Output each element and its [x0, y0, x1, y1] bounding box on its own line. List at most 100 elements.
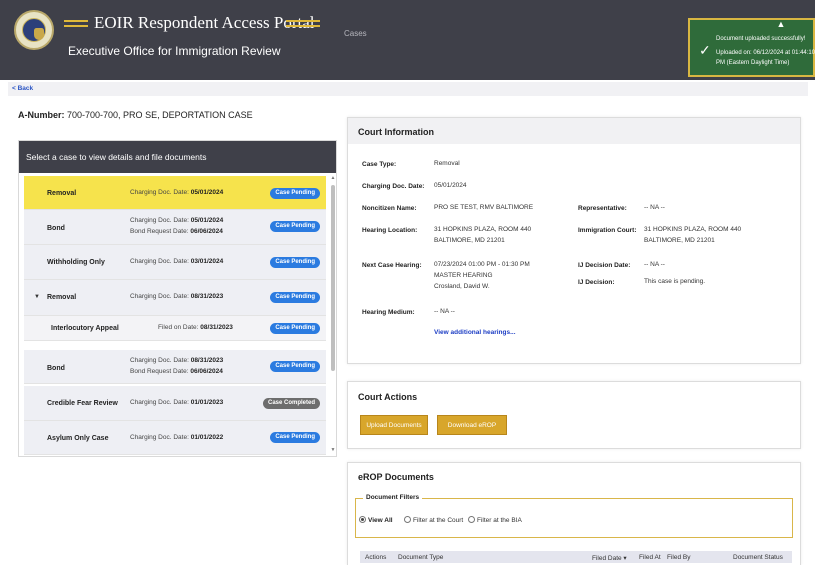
immigration-court-label: Immigration Court:: [578, 227, 637, 234]
status-badge: Case Pending: [270, 361, 320, 372]
case-type: Removal: [47, 190, 77, 197]
next-hearing-line3: Crosland, David W.: [434, 283, 490, 290]
hearing-location-line2: BALTIMORE, MD 21201: [434, 237, 505, 244]
status-badge: Case Pending: [270, 188, 320, 199]
representative-value: -- NA --: [644, 204, 665, 211]
representative-label: Representative:: [578, 205, 627, 212]
case-row[interactable]: Bond Charging Doc. Date: 08/31/2023 Bond…: [24, 350, 326, 384]
status-badge: Case Pending: [270, 323, 320, 334]
back-bar: [8, 82, 808, 96]
noncitizen-name-value: PRO SE TEST, RMV BALTIMORE: [434, 204, 534, 211]
case-row[interactable]: ▼ Removal Charging Doc. Date: 08/31/2023…: [24, 280, 326, 316]
erop-documents-panel: eROP Documents Document Filters View All…: [347, 462, 801, 565]
ij-decision-date-value: -- NA --: [644, 261, 665, 268]
filter-at-bia[interactable]: Filter at the BIA: [468, 516, 522, 524]
radio-selected-icon: [359, 516, 366, 523]
column-filed-date[interactable]: Filed Date ▾: [592, 554, 627, 562]
column-document-status[interactable]: Document Status: [733, 554, 783, 561]
court-actions-heading: Court Actions: [348, 382, 800, 410]
ij-decision-date-label: IJ Decision Date:: [578, 262, 631, 269]
case-row[interactable]: Credible Fear Review Charging Doc. Date:…: [24, 386, 326, 421]
court-information-heading: Court Information: [348, 118, 800, 144]
success-toast: ▲ ✓ Document uploaded successfully! Uplo…: [688, 18, 815, 77]
header-divider: [64, 20, 88, 22]
status-badge: Case Pending: [270, 292, 320, 303]
case-type: Credible Fear Review: [47, 400, 118, 407]
doj-seal-logo: [14, 10, 54, 50]
scroll-down-icon[interactable]: ▼: [330, 447, 336, 453]
erop-documents-heading: eROP Documents: [348, 463, 800, 487]
toast-title: Document uploaded successfully!: [716, 36, 806, 42]
bond-request-date: Bond Request Date: 06/06/2024: [130, 368, 223, 375]
bond-request-date: Bond Request Date: 06/06/2024: [130, 228, 223, 235]
noncitizen-name-label: Noncitizen Name:: [362, 205, 417, 212]
case-list: Select a case to view details and file d…: [18, 140, 337, 457]
column-filed-by[interactable]: Filed By: [667, 554, 690, 561]
case-type: Bond: [47, 365, 65, 372]
charging-date-label: Charging Doc. Date:: [362, 183, 425, 190]
next-hearing-line2: MASTER HEARING: [434, 272, 493, 279]
download-erop-button[interactable]: Download eROP: [437, 415, 507, 435]
case-row[interactable]: Removal Charging Doc. Date: 05/01/2024 C…: [24, 176, 326, 210]
chevron-down-icon[interactable]: ▼: [34, 294, 40, 300]
case-type-label: Case Type:: [362, 161, 397, 168]
toast-collapse-icon[interactable]: ▲: [776, 20, 786, 29]
immigration-court-line1: 31 HOPKINS PLAZA, ROOM 440: [644, 226, 742, 233]
view-additional-hearings-link[interactable]: View additional hearings...: [434, 329, 516, 336]
case-row[interactable]: Withholding Only Charging Doc. Date: 03/…: [24, 245, 326, 280]
case-type: Bond: [47, 225, 65, 232]
case-type: Removal: [47, 294, 77, 301]
hearing-medium-label: Hearing Medium:: [362, 309, 415, 316]
case-type: Withholding Only: [47, 259, 105, 266]
scroll-thumb[interactable]: [331, 185, 335, 371]
nav-cases[interactable]: Cases: [344, 29, 367, 38]
column-actions: Actions: [365, 554, 387, 561]
case-date: Charging Doc. Date: 05/01/2024: [130, 189, 224, 196]
hearing-location-label: Hearing Location:: [362, 227, 418, 234]
charging-date-value: 05/01/2024: [434, 182, 467, 189]
next-hearing-line1: 07/23/2024 01:00 PM - 01:30 PM: [434, 261, 530, 268]
scroll-up-icon[interactable]: ▲: [330, 175, 336, 181]
case-list-heading: Select a case to view details and file d…: [19, 141, 336, 173]
documents-table-header: Actions Document Type Filed Date ▾ Filed…: [360, 551, 792, 563]
case-list-scrollbar[interactable]: ▲ ▼: [330, 175, 336, 457]
case-date: Charging Doc. Date: 01/01/2023: [130, 399, 224, 406]
a-number-label: A-Number:: [18, 110, 65, 120]
case-row-child[interactable]: Interlocutory Appeal Filed on Date: 08/3…: [24, 316, 326, 341]
case-date: Charging Doc. Date: 01/01/2022: [130, 434, 224, 441]
a-number-value: 700-700-700, PRO SE, DEPORTATION CASE: [67, 110, 253, 120]
upload-documents-button[interactable]: Upload Documents: [360, 415, 428, 435]
next-hearing-label: Next Case Hearing:: [362, 262, 422, 269]
header-divider: [286, 20, 320, 22]
header-divider: [286, 25, 320, 27]
ij-decision-value: This case is pending.: [644, 278, 706, 285]
case-type-value: Removal: [434, 160, 460, 167]
status-badge: Case Completed: [262, 398, 320, 409]
header-divider: [64, 25, 88, 27]
case-row[interactable]: Asylum Only Case Charging Doc. Date: 01/…: [24, 421, 326, 455]
document-filters: Document Filters View All Filter at the …: [355, 494, 793, 538]
column-filed-at[interactable]: Filed At: [639, 554, 661, 561]
toast-detail: Uploaded on: 06/12/2024 at 01:44:10 PM (…: [716, 50, 815, 66]
app-subtitle: Executive Office for Immigration Review: [68, 44, 281, 58]
status-badge: Case Pending: [270, 257, 320, 268]
case-date: Charging Doc. Date: 05/01/2024: [130, 217, 224, 224]
back-link[interactable]: < Back: [12, 85, 33, 92]
case-row[interactable]: Bond Charging Doc. Date: 05/01/2024 Bond…: [24, 210, 326, 245]
case-date: Charging Doc. Date: 08/31/2023: [130, 357, 224, 364]
case-date: Charging Doc. Date: 08/31/2023: [130, 293, 224, 300]
column-document-type: Document Type: [398, 554, 444, 561]
document-filters-legend: Document Filters: [363, 494, 423, 501]
status-badge: Case Pending: [270, 221, 320, 232]
filter-view-all[interactable]: View All: [359, 516, 393, 524]
radio-icon: [404, 516, 411, 523]
case-type: Interlocutory Appeal: [51, 325, 119, 332]
case-type: Asylum Only Case: [47, 435, 109, 442]
case-date: Charging Doc. Date: 03/01/2024: [130, 258, 224, 265]
court-actions-panel: Court Actions Upload Documents Download …: [347, 381, 801, 449]
immigration-court-line2: BALTIMORE, MD 21201: [644, 237, 715, 244]
hearing-medium-value: -- NA --: [434, 308, 455, 315]
a-number: A-Number: 700-700-700, PRO SE, DEPORTATI…: [18, 110, 253, 120]
status-badge: Case Pending: [270, 432, 320, 443]
filter-at-court[interactable]: Filter at the Court: [404, 516, 463, 524]
